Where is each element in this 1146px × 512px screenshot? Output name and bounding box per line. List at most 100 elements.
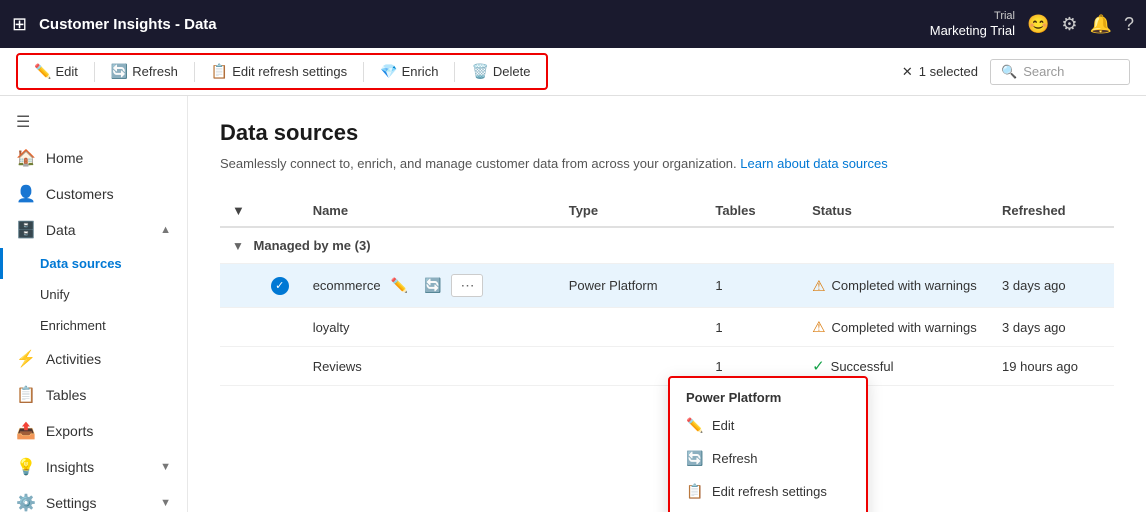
sidebar-item-data[interactable]: 🗄️ Data ▲ bbox=[0, 212, 187, 248]
row-tables-2: 1 bbox=[703, 308, 800, 347]
context-edit-refresh-icon: 📋 bbox=[686, 483, 702, 500]
row-expand-3 bbox=[220, 347, 259, 386]
col-check-header bbox=[259, 195, 301, 227]
content-area: Data sources Seamlessly connect to, enri… bbox=[188, 96, 1146, 512]
sidebar-item-enrichment[interactable]: Enrichment bbox=[0, 310, 187, 341]
toolbar-divider-1 bbox=[94, 62, 95, 82]
context-menu-edit[interactable]: ✏️ Edit bbox=[670, 409, 866, 442]
row-refresh-btn-1[interactable]: 🔄 bbox=[418, 275, 447, 296]
edit-refresh-icon: 📋 bbox=[211, 63, 228, 80]
collapse-all-icon[interactable]: ▼ bbox=[232, 203, 245, 218]
col-expand-header: ▼ bbox=[220, 195, 259, 227]
tables-icon: 📋 bbox=[16, 385, 36, 405]
bell-icon[interactable]: 🔔 bbox=[1090, 14, 1112, 35]
main-layout: ☰ 🏠 Home 👤 Customers 🗄️ Data ▲ Data sour… bbox=[0, 96, 1146, 512]
search-box[interactable]: 🔍 Search bbox=[990, 59, 1130, 85]
sidebar-item-home[interactable]: 🏠 Home bbox=[0, 140, 187, 176]
toolbar-right: ✕ 1 selected 🔍 Search bbox=[902, 59, 1130, 85]
sidebar-item-settings[interactable]: ⚙️ Settings ▼ bbox=[0, 485, 187, 512]
settings-chevron-icon: ▼ bbox=[160, 497, 171, 509]
context-edit-icon: ✏️ bbox=[686, 417, 702, 434]
sidebar-item-data-sources[interactable]: Data sources bbox=[0, 248, 187, 279]
edit-icon: ✏️ bbox=[34, 63, 51, 80]
selected-badge: ✕ 1 selected bbox=[902, 64, 978, 80]
edit-refresh-button[interactable]: 📋 Edit refresh settings bbox=[203, 59, 355, 84]
enrich-button[interactable]: 💎 Enrich bbox=[372, 59, 446, 84]
context-menu-refresh[interactable]: 🔄 Refresh bbox=[670, 442, 866, 475]
learn-more-link[interactable]: Learn about data sources bbox=[740, 156, 887, 171]
home-icon: 🏠 bbox=[16, 148, 36, 168]
settings-sidebar-icon: ⚙️ bbox=[16, 493, 36, 512]
table-row[interactable]: Reviews 1 ✓ Successful 19 hours ago bbox=[220, 347, 1114, 386]
close-selected-icon[interactable]: ✕ bbox=[902, 64, 913, 80]
sidebar-item-exports[interactable]: 📤 Exports bbox=[0, 413, 187, 449]
search-icon: 🔍 bbox=[1001, 64, 1017, 80]
sidebar: ☰ 🏠 Home 👤 Customers 🗄️ Data ▲ Data sour… bbox=[0, 96, 188, 512]
col-tables-header[interactable]: Tables bbox=[703, 195, 800, 227]
row-check-1[interactable]: ✓ bbox=[259, 264, 301, 308]
data-icon: 🗄️ bbox=[16, 220, 36, 240]
context-menu-header: Power Platform bbox=[670, 382, 866, 409]
data-chevron-icon: ▲ bbox=[160, 224, 171, 236]
enrich-icon: 💎 bbox=[380, 63, 397, 80]
sidebar-item-customers[interactable]: 👤 Customers bbox=[0, 176, 187, 212]
col-refreshed-header[interactable]: Refreshed bbox=[990, 195, 1114, 227]
help-icon[interactable]: ? bbox=[1124, 14, 1134, 35]
delete-icon: 🗑️ bbox=[471, 63, 488, 80]
sidebar-item-activities[interactable]: ⚡ Activities bbox=[0, 341, 187, 377]
settings-icon[interactable]: ⚙ bbox=[1061, 14, 1077, 35]
group-row: ▼ Managed by me (3) bbox=[220, 227, 1114, 264]
status-success-3: ✓ Successful bbox=[812, 357, 978, 375]
toolbar-divider-2 bbox=[194, 62, 195, 82]
toolbar-divider-4 bbox=[454, 62, 455, 82]
row-status-1: ⚠ Completed with warnings bbox=[800, 264, 990, 308]
sidebar-item-tables[interactable]: 📋 Tables bbox=[0, 377, 187, 413]
warning-icon-2: ⚠ bbox=[812, 318, 825, 336]
row-name-2: loyalty bbox=[301, 308, 557, 347]
col-name-header[interactable]: Name bbox=[301, 195, 557, 227]
app-title: Customer Insights - Data bbox=[39, 16, 217, 33]
check-circle-icon: ✓ bbox=[271, 277, 289, 295]
row-check-2[interactable] bbox=[259, 308, 301, 347]
status-warning-1: ⚠ Completed with warnings bbox=[812, 277, 978, 295]
success-icon-3: ✓ bbox=[812, 357, 825, 375]
row-tables-1: 1 bbox=[703, 264, 800, 308]
row-expand-2 bbox=[220, 308, 259, 347]
context-menu-enrich[interactable]: 💎 Enrich bbox=[670, 508, 866, 512]
row-more-btn-1[interactable]: ⋯ bbox=[451, 274, 483, 297]
toolbar-actions: ✏️ Edit 🔄 Refresh 📋 Edit refresh setting… bbox=[16, 53, 548, 90]
delete-button[interactable]: 🗑️ Delete bbox=[463, 59, 538, 84]
status-warning-2: ⚠ Completed with warnings bbox=[812, 318, 978, 336]
context-menu: Power Platform ✏️ Edit 🔄 Refresh 📋 Edit … bbox=[668, 376, 868, 512]
table-row[interactable]: loyalty 1 ⚠ Completed with warnings 3 da… bbox=[220, 308, 1114, 347]
context-refresh-icon: 🔄 bbox=[686, 450, 702, 467]
row-check-3[interactable] bbox=[259, 347, 301, 386]
row-name-3: Reviews bbox=[301, 347, 557, 386]
top-navbar: ⊞ Customer Insights - Data Trial Marketi… bbox=[0, 0, 1146, 48]
row-edit-btn-1[interactable]: ✏️ bbox=[385, 275, 414, 296]
row-refreshed-2: 3 days ago bbox=[990, 308, 1114, 347]
col-status-header[interactable]: Status bbox=[800, 195, 990, 227]
row-expand-1 bbox=[220, 264, 259, 308]
user-icon[interactable]: 😊 bbox=[1027, 14, 1049, 35]
table-header-row: ▼ Name Type Tables Status bbox=[220, 195, 1114, 227]
toolbar: ✏️ Edit 🔄 Refresh 📋 Edit refresh setting… bbox=[0, 48, 1146, 96]
row-name-1: ecommerce ✏️ 🔄 ⋯ bbox=[301, 264, 557, 308]
exports-icon: 📤 bbox=[16, 421, 36, 441]
group-chevron-icon[interactable]: ▼ bbox=[232, 239, 244, 253]
waffle-icon[interactable]: ⊞ bbox=[12, 14, 27, 35]
insights-chevron-icon: ▼ bbox=[160, 461, 171, 473]
row-refreshed-1: 3 days ago bbox=[990, 264, 1114, 308]
table-row[interactable]: ✓ ecommerce ✏️ 🔄 ⋯ Power Platform bbox=[220, 264, 1114, 308]
context-menu-edit-refresh[interactable]: 📋 Edit refresh settings bbox=[670, 475, 866, 508]
sidebar-item-insights[interactable]: 💡 Insights ▼ bbox=[0, 449, 187, 485]
edit-button[interactable]: ✏️ Edit bbox=[26, 59, 86, 84]
warning-icon-1: ⚠ bbox=[812, 277, 825, 295]
col-type-header[interactable]: Type bbox=[557, 195, 704, 227]
sidebar-item-unify[interactable]: Unify bbox=[0, 279, 187, 310]
sidebar-item-hamburger[interactable]: ☰ bbox=[0, 104, 187, 140]
row-status-2: ⚠ Completed with warnings bbox=[800, 308, 990, 347]
row-actions-1: ecommerce ✏️ 🔄 ⋯ bbox=[313, 274, 545, 297]
data-table: ▼ Name Type Tables Status bbox=[220, 195, 1114, 386]
refresh-button[interactable]: 🔄 Refresh bbox=[103, 59, 186, 84]
